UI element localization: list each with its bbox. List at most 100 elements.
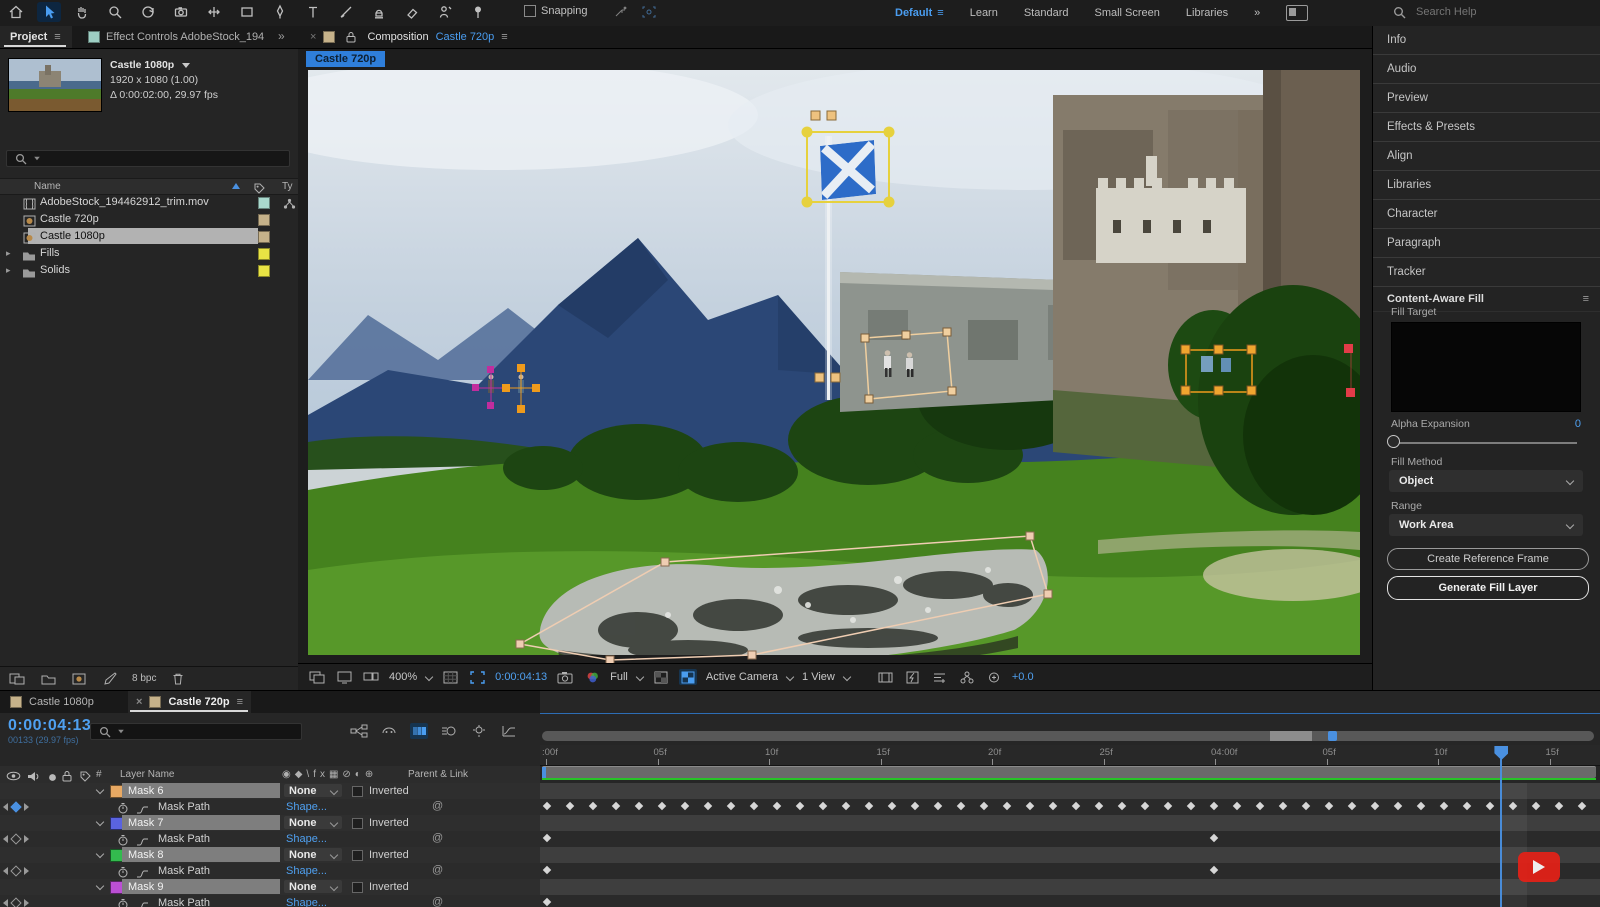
grid-guides-icon[interactable] [441,669,459,685]
workspace-menu-icon[interactable]: ≡ [937,7,943,19]
keyframe-diamond[interactable] [773,802,781,810]
timeline-panel-menu-icon[interactable]: ≡ [237,696,243,708]
alpha-expansion-slider-thumb[interactable] [1387,435,1400,448]
keyframe-diamond[interactable] [865,802,873,810]
property-value-link[interactable]: Shape... [286,897,327,907]
sidebar-panel-preview[interactable]: Preview [1373,84,1600,113]
layer-row-mask-6[interactable]: Mask 6NoneInverted [0,783,540,800]
channels-icon[interactable] [583,669,601,685]
puppet-pin-tool[interactable] [466,2,490,22]
resolution-value[interactable]: Full [610,671,628,683]
time-ruler[interactable]: :00f05f10f15f20f25f04:00f05f10f15f [540,745,1600,766]
workspace-tab-learn[interactable]: Learn [970,7,998,19]
sidebar-panel-audio[interactable]: Audio [1373,55,1600,84]
keyframe-track-mask-6[interactable] [540,799,1600,816]
stopwatch-icon[interactable] [114,896,132,907]
keyframe-diamond[interactable] [704,802,712,810]
stopwatch-icon[interactable] [114,800,132,816]
sidebar-panel-effects-presets[interactable]: Effects & Presets [1373,113,1600,142]
selection-tool[interactable] [37,2,61,22]
inverted-toggle[interactable]: Inverted [352,849,409,861]
keyframe-diamond[interactable] [911,802,919,810]
tab-composition[interactable]: × Composition Castle 720p ≡ [310,26,508,48]
keyframe-diamond[interactable] [543,866,551,874]
project-bit-depth[interactable]: 8 bpc [132,673,156,684]
keyframe-track-mask-9[interactable] [540,895,1600,907]
motion-blur-icon[interactable] [440,723,458,739]
keyframe-diamond[interactable] [543,802,551,810]
keyframe-diamond[interactable] [1210,802,1218,810]
workspace-switcher-icon[interactable] [1286,5,1308,21]
adjustment-icon[interactable] [101,671,119,687]
add-keyframe-icon[interactable] [10,865,21,876]
label-color-chip[interactable] [258,231,270,243]
layer-switches-icons[interactable]: ◉◆\fx▦⊘◐⊕ [282,769,377,780]
zoom-tool[interactable] [103,2,127,22]
sort-icon[interactable] [232,183,240,189]
mirror-monitor-icon[interactable] [362,669,380,685]
snap-align-icon[interactable] [612,4,630,20]
work-area-bar[interactable] [542,766,1596,778]
keyframe-diamond[interactable] [1072,802,1080,810]
stopwatch-icon[interactable] [114,864,132,880]
monitor-icon[interactable] [335,669,353,685]
keyframe-diamond[interactable] [1532,802,1540,810]
brainstorm-icon[interactable] [470,723,488,739]
mask-bounds-icon[interactable] [640,4,658,20]
keyframe-diamond[interactable] [543,898,551,906]
track-row-mask-9[interactable] [540,879,1600,896]
project-item-fills[interactable]: ▸Fills [0,245,298,262]
add-keyframe-icon[interactable] [10,801,21,812]
track-row-mask-7[interactable] [540,815,1600,832]
track-row-mask-6[interactable] [540,783,1600,800]
sidebar-panel-info[interactable]: Info [1373,26,1600,55]
inverted-checkbox[interactable] [352,882,363,893]
magnification-value[interactable]: 400% [389,671,417,683]
mask-mode-select[interactable]: None [284,848,342,861]
graph-editor-icon[interactable] [500,723,518,739]
property-row-mask-path[interactable]: Mask PathShape...@ [0,799,540,816]
tab-overflow-icon[interactable]: » [278,29,285,43]
twirl-icon[interactable] [96,882,104,890]
home-tool[interactable] [4,2,28,22]
viewer-timecode[interactable]: 0:00:04:13 [495,671,547,683]
generate-fill-layer-button[interactable]: Generate Fill Layer [1387,576,1589,600]
property-row-mask-path[interactable]: Mask PathShape...@ [0,863,540,880]
sidebar-panel-tracker[interactable]: Tracker [1373,258,1600,287]
type-tool[interactable] [301,2,325,22]
roto-brush-tool[interactable] [433,2,457,22]
project-panel-menu-icon[interactable]: ≡ [54,31,60,43]
close-tab-icon[interactable]: × [310,31,316,43]
index-column-icon[interactable]: # [96,769,102,780]
workspace-tab-small-screen[interactable]: Small Screen [1095,7,1160,19]
eye-icon[interactable] [4,768,22,784]
next-keyframe-icon[interactable] [24,867,29,875]
keyframe-track-mask-7[interactable] [540,831,1600,848]
project-list-header[interactable]: Name Ty [0,178,298,195]
project-item-adobestock-194462912-trim-mov[interactable]: AdobeStock_194462912_trim.mov [0,194,298,211]
range-select[interactable]: Work Area [1389,514,1583,536]
lock-icon[interactable] [58,768,76,784]
sidebar-panel-character[interactable]: Character [1373,200,1600,229]
keyframe-diamond[interactable] [681,802,689,810]
keyframe-diamond[interactable] [888,802,896,810]
composition-panel-menu-icon[interactable]: ≡ [501,31,507,43]
keyframe-diamond[interactable] [1486,802,1494,810]
keyframe-diamond[interactable] [819,802,827,810]
keyframe-diamond[interactable] [1164,802,1172,810]
parent-link-column[interactable]: Parent & Link [408,769,468,780]
keyframe-diamond[interactable] [750,802,758,810]
pick-whip-icon[interactable]: @ [432,800,443,812]
layer-row-mask-9[interactable]: Mask 9NoneInverted [0,879,540,896]
keyframe-diamond[interactable] [1348,802,1356,810]
add-keyframe-icon[interactable] [10,833,21,844]
column-name[interactable]: Name [34,181,61,192]
keyframe-diamond[interactable] [934,802,942,810]
fill-method-select[interactable]: Object [1389,470,1583,492]
keyframe-diamond[interactable] [1417,802,1425,810]
pick-whip-icon[interactable]: @ [432,896,443,907]
mask-mode-select[interactable]: None [284,880,342,893]
keyframe-diamond[interactable] [1210,866,1218,874]
keyframe-diamond[interactable] [543,834,551,842]
expand-arrow-icon[interactable]: ▸ [6,248,11,259]
